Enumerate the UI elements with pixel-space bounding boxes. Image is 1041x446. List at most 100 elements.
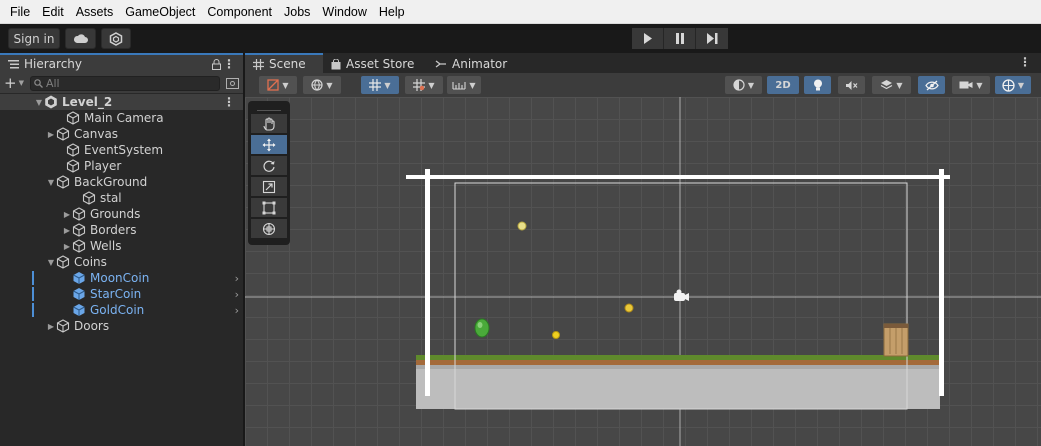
add-icon[interactable]: + <box>4 74 17 92</box>
lock-icon[interactable] <box>212 58 221 70</box>
tree-item-main-camera[interactable]: Main Camera <box>0 110 243 126</box>
camera-icon <box>959 81 973 89</box>
tree-item-mooncoin[interactable]: MoonCoin › <box>0 270 243 286</box>
tree-item-grounds[interactable]: ▶ Grounds <box>0 206 243 222</box>
expand-arrow-icon[interactable]: ▶ <box>62 210 72 219</box>
menu-help[interactable]: Help <box>373 5 411 19</box>
scene-lighting-toggle[interactable] <box>804 76 831 94</box>
tree-item-canvas[interactable]: ▶ Canvas <box>0 126 243 142</box>
chevron-down-icon[interactable]: ▼ <box>19 79 24 87</box>
gizmos-dropdown[interactable]: ▼ <box>995 76 1031 94</box>
expand-arrow-icon[interactable]: ▶ <box>62 242 72 251</box>
effects-dropdown[interactable]: ▼ <box>872 76 911 94</box>
tree-item-eventsystem[interactable]: EventSystem <box>0 142 243 158</box>
tab-asset-store[interactable]: Asset Store <box>323 53 427 73</box>
tab-animator[interactable]: Animator <box>427 53 527 73</box>
scene-visibility-toggle[interactable] <box>918 76 945 94</box>
cloud-button[interactable] <box>65 28 96 49</box>
collab-icon <box>109 31 123 46</box>
lighting-dropdown[interactable]: ▼ <box>725 76 762 94</box>
tree-item-background[interactable]: ▼ BackGround <box>0 174 243 190</box>
chevron-right-icon[interactable]: › <box>235 304 239 317</box>
transform-tools-palette <box>248 101 290 245</box>
animator-icon <box>435 60 446 68</box>
gameobject-icon <box>56 319 70 333</box>
left-border[interactable] <box>425 169 430 396</box>
sign-in-button[interactable]: Sign in <box>8 28 60 49</box>
tree-item-wells[interactable]: ▶ Wells <box>0 238 243 254</box>
menu-window[interactable]: Window <box>316 5 372 19</box>
audio-toggle[interactable] <box>838 76 865 94</box>
scene-row[interactable]: ▼ Level_2 ⋮ <box>0 94 243 110</box>
menu-jobs[interactable]: Jobs <box>278 5 316 19</box>
rect-tool-button[interactable] <box>251 198 287 217</box>
expand-arrow-icon[interactable]: ▶ <box>46 130 56 139</box>
player-sprite[interactable] <box>474 318 490 338</box>
move-arrows-icon <box>262 138 276 151</box>
mode-2d-button[interactable]: 2D <box>767 76 799 94</box>
menu-assets[interactable]: Assets <box>70 5 120 19</box>
grid-snap-icon <box>369 79 382 91</box>
scene-menu-icon[interactable]: ⋮ <box>223 95 235 109</box>
gameobject-icon <box>66 143 80 157</box>
gizmo-globe-icon <box>1002 78 1015 92</box>
ruler-dropdown[interactable]: ▼ <box>447 76 481 94</box>
chevron-right-icon[interactable]: › <box>235 288 239 301</box>
expand-arrow-icon[interactable]: ▶ <box>46 322 56 331</box>
palette-drag-handle[interactable] <box>257 103 281 111</box>
grid-snapping-dropdown[interactable]: ▼ <box>361 76 399 94</box>
more-options-icon[interactable]: ⋮ <box>223 57 235 71</box>
chevron-right-icon[interactable]: › <box>235 272 239 285</box>
menu-gameobject[interactable]: GameObject <box>119 5 201 19</box>
render-mode-dropdown[interactable]: ▼ <box>303 76 341 94</box>
scene-viewport[interactable] <box>245 97 1041 446</box>
increment-snapping-dropdown[interactable]: ▼ <box>405 76 443 94</box>
scene-canvas[interactable] <box>245 97 1041 446</box>
menu-file[interactable]: File <box>4 5 36 19</box>
menu-edit[interactable]: Edit <box>36 5 70 19</box>
tree-item-goldcoin[interactable]: GoldCoin › <box>0 302 243 318</box>
tree-item-borders[interactable]: ▶ Borders <box>0 222 243 238</box>
ground-platform[interactable] <box>416 355 941 409</box>
tree-item-coins[interactable]: ▼ Coins <box>0 254 243 270</box>
tree-item-label: Coins <box>74 255 107 269</box>
search-input[interactable]: All <box>29 75 220 91</box>
camera-gizmo-icon[interactable] <box>674 289 689 302</box>
search-icon <box>34 78 43 88</box>
tree-item-starcoin[interactable]: StarCoin › <box>0 286 243 302</box>
tab-scene[interactable]: Scene <box>245 53 323 73</box>
hand-tool-button[interactable] <box>251 114 287 133</box>
expand-arrow-icon[interactable]: ▶ <box>62 226 72 235</box>
moon-coin[interactable] <box>517 221 527 231</box>
expand-arrow-icon[interactable]: ▼ <box>46 178 56 187</box>
pause-button[interactable] <box>664 28 696 49</box>
camera-dropdown[interactable]: ▼ <box>952 76 990 94</box>
filter-icon[interactable] <box>226 77 239 89</box>
star-coin[interactable] <box>624 303 634 313</box>
animator-tab-label: Animator <box>452 57 508 71</box>
hierarchy-tab-label: Hierarchy <box>24 57 83 71</box>
rotate-tool-button[interactable] <box>251 156 287 175</box>
door-sprite[interactable] <box>883 323 909 357</box>
gold-coin[interactable] <box>552 331 560 339</box>
step-button[interactable] <box>696 28 728 49</box>
tree-item-stal[interactable]: stal <box>0 190 243 206</box>
tree-item-player[interactable]: Player <box>0 158 243 174</box>
top-border[interactable] <box>406 175 950 179</box>
expand-arrow-icon[interactable]: ▼ <box>34 98 44 107</box>
tree-item-doors[interactable]: ▶ Doors <box>0 318 243 334</box>
collab-button[interactable] <box>101 28 131 49</box>
tab-hierarchy[interactable]: Hierarchy ⋮ <box>0 53 243 73</box>
scene-more-options-icon[interactable]: ⋮ <box>1019 55 1031 69</box>
speaker-muted-icon <box>846 80 858 90</box>
play-button[interactable] <box>632 28 664 49</box>
transform-tool-button[interactable] <box>251 219 287 238</box>
scale-tool-button[interactable] <box>251 177 287 196</box>
right-border[interactable] <box>939 169 944 396</box>
move-tool-button[interactable] <box>251 135 287 154</box>
expand-arrow-icon[interactable]: ▼ <box>46 258 56 267</box>
draw-mode-dropdown[interactable]: ▼ <box>259 76 297 94</box>
ruler-icon <box>452 82 466 90</box>
menu-component[interactable]: Component <box>201 5 278 19</box>
layers-icon <box>881 80 893 90</box>
